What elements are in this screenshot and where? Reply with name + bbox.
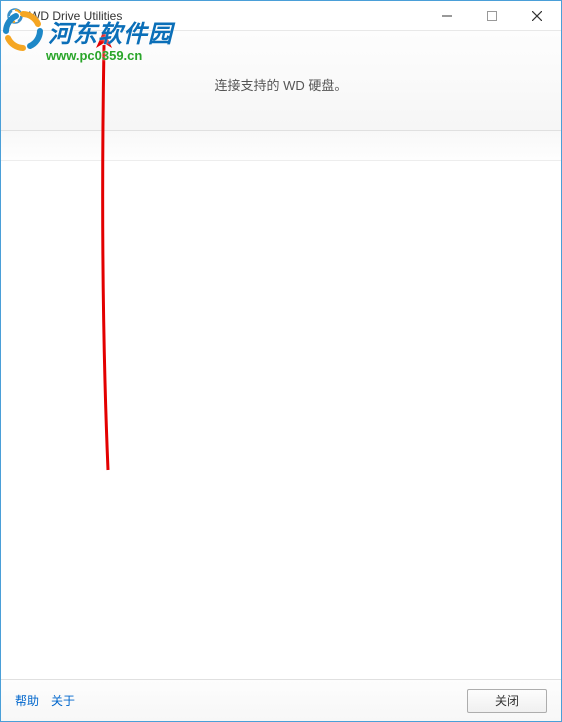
maximize-button[interactable] [469,2,514,30]
titlebar: WD Drive Utilities [1,1,561,31]
help-link[interactable]: 帮助 [15,692,39,709]
separator-band [1,131,561,161]
app-title: WD Drive Utilities [29,9,424,23]
minimize-button[interactable] [424,2,469,30]
about-link[interactable]: 关于 [51,692,75,709]
window-controls [424,2,559,30]
header-panel: 连接支持的 WD 硬盘。 [1,31,561,131]
app-window: WD Drive Utilities 连接支持的 WD 硬盘。 帮助 关于 关闭 [0,0,562,722]
app-icon [7,8,23,24]
footer-bar: 帮助 关于 关闭 [1,679,561,721]
content-area [1,161,561,679]
close-button[interactable]: 关闭 [467,689,547,713]
connect-drive-message: 连接支持的 WD 硬盘。 [215,75,348,94]
close-window-button[interactable] [514,2,559,30]
footer-links: 帮助 关于 [15,692,467,709]
